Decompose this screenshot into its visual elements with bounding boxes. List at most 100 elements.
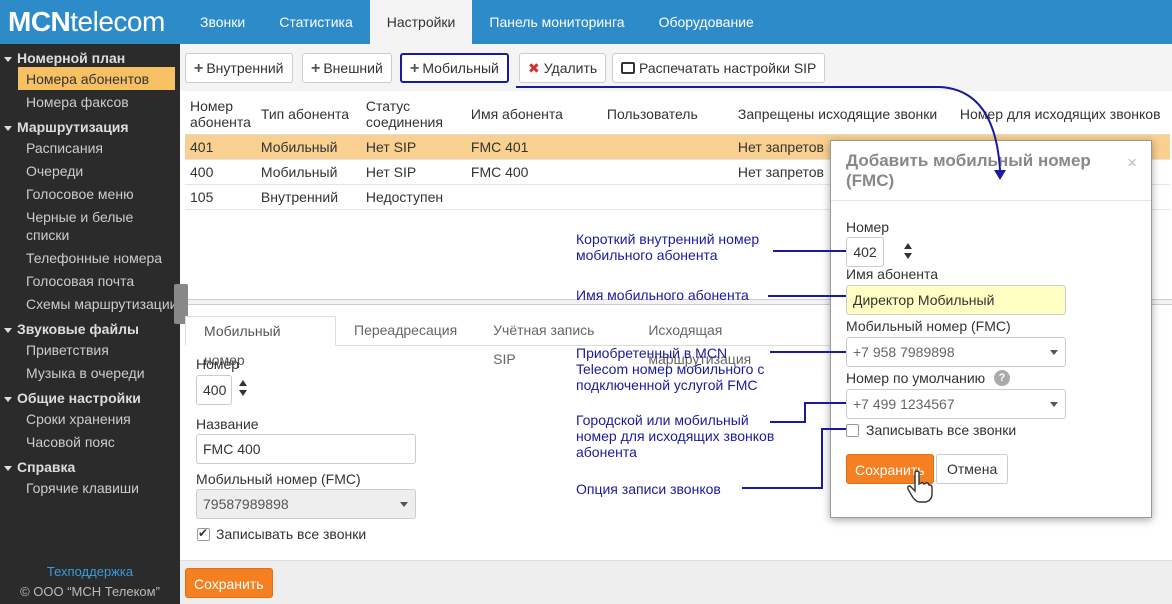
number-input[interactable]: 400 (196, 375, 232, 405)
cell-user (601, 134, 733, 160)
add-mobile-button[interactable]: + Мобильный (400, 53, 509, 83)
caret-down-icon (4, 327, 12, 333)
number-label: Номер (196, 356, 240, 372)
col-status[interactable]: Статус соединения (360, 94, 466, 135)
print-sip-button[interactable]: Распечатать настройки SIP (612, 53, 826, 83)
caret-down-icon (4, 465, 12, 471)
caret-down-icon (4, 56, 12, 62)
help-icon[interactable]: ? (994, 370, 1010, 386)
annotation-outgoing-number: Городской или мобильный номер для исходя… (576, 412, 775, 460)
col-user[interactable]: Пользователь (601, 94, 733, 135)
add-internal-button[interactable]: + Внутренний (185, 53, 293, 83)
sidebar-section-general[interactable]: Общие настройки (0, 384, 180, 407)
modal-default-select[interactable]: +7 499 1234567 (846, 389, 1066, 419)
modal-record-label: Записывать все звонки (866, 422, 1017, 438)
tab-mobile-number[interactable]: Мобильный номер (185, 316, 336, 368)
cell-name (465, 184, 602, 210)
sidebar-item-queue-music[interactable]: Музыка в очереди (0, 361, 180, 384)
sidebar-item-black-white-lists[interactable]: Черные и белые списки (0, 205, 180, 246)
annotation-short-number: Короткий внутренний номер мобильного або… (576, 231, 760, 263)
logo[interactable]: MCNtelecom (8, 6, 165, 38)
col-outgoing-number[interactable]: Номер для исходящих звонков (954, 94, 1170, 135)
sidebar-item-ivr[interactable]: Голосовое меню (0, 182, 180, 205)
cell-status: Недоступен (360, 184, 466, 210)
caret-down-icon (4, 125, 12, 131)
spinner-icon[interactable] (238, 380, 248, 398)
chevron-down-icon (1050, 402, 1058, 407)
sidebar-section-routing[interactable]: Маршрутизация (0, 113, 180, 136)
hand-cursor-icon (907, 470, 933, 503)
record-calls-checkbox[interactable] (197, 526, 210, 541)
chevron-down-icon (400, 502, 408, 507)
col-number[interactable]: Номер абонента (185, 94, 256, 135)
cell-type: Мобильный (255, 159, 361, 185)
modal-number-input[interactable]: 402 (846, 237, 884, 267)
toolbar: + Внутренний + Внешний + Мобильный ✖ Удалить… (180, 44, 1172, 91)
close-icon[interactable]: × (1127, 153, 1137, 173)
nav-tab-monitoring[interactable]: Панель мониторинга (472, 0, 641, 44)
sidebar: Номерной план Номера абонентов Номера фа… (0, 44, 180, 604)
plus-icon: + (311, 60, 321, 77)
tab-forwarding[interactable]: Переадресация (336, 316, 475, 345)
sidebar-item-timezone[interactable]: Часовой пояс (0, 430, 180, 453)
footer-bar: Сохранить (180, 560, 1172, 604)
col-restricted[interactable]: Запрещены исходящие звонки (732, 94, 955, 135)
modal-cancel-button[interactable]: Отмена (936, 454, 1009, 484)
caret-down-icon (4, 396, 12, 402)
sidebar-item-routing-schemes[interactable]: Схемы маршрутизации (0, 292, 180, 315)
modal-name-label: Имя абонента (846, 266, 939, 282)
spinner-icon[interactable] (903, 243, 913, 261)
col-name[interactable]: Имя абонента (465, 94, 602, 135)
cell-number: 401 (185, 134, 256, 160)
tab-outgoing-routing[interactable]: Исходящая маршрутизация (630, 316, 835, 367)
modal-mobile-label: Мобильный номер (FMC) (846, 318, 1011, 334)
sidebar-item-voicemail[interactable]: Голосовая почта (0, 269, 180, 292)
sidebar-section-help[interactable]: Справка (0, 453, 180, 476)
modal-title: Добавить мобильный номер (FMC) (846, 151, 1091, 190)
cell-status: Нет SIP (360, 134, 466, 160)
sidebar-item-schedules[interactable]: Расписания (0, 136, 180, 159)
modal-default-label: Номер по умолчанию (846, 370, 986, 386)
sidebar-section-numbering[interactable]: Номерной план (0, 44, 180, 67)
sidebar-item-greetings[interactable]: Приветствия (0, 338, 180, 361)
name-input[interactable]: FMC 400 (196, 434, 416, 464)
plus-icon: + (410, 60, 420, 77)
nav-tab-settings[interactable]: Настройки (369, 0, 473, 44)
modal-divider (831, 200, 1151, 201)
nav-tab-calls[interactable]: Звонки (183, 0, 262, 44)
cell-name: FMC 401 (465, 134, 602, 160)
tab-sip-account[interactable]: Учётная запись SIP (475, 316, 630, 367)
sidebar-item-phone-numbers[interactable]: Телефонные номера (0, 246, 180, 269)
support-link[interactable]: Техподдержка (0, 564, 180, 584)
plus-icon: + (194, 60, 204, 77)
add-external-button[interactable]: + Внешний (302, 53, 392, 83)
sidebar-item-fax-numbers[interactable]: Номера факсов (0, 90, 180, 113)
sidebar-section-sound-files[interactable]: Звуковые файлы (0, 315, 180, 338)
sidebar-item-queues[interactable]: Очереди (0, 159, 180, 182)
annotation-fmc-number: Приобретенный в MCN Telecom номер мобиль… (576, 345, 765, 393)
modal-mobile-select[interactable]: +7 958 7989898 (846, 337, 1066, 367)
col-type[interactable]: Тип абонента (255, 94, 361, 135)
nav-tab-statistics[interactable]: Статистика (262, 0, 370, 44)
add-mobile-modal: Добавить мобильный номер (FMC) × Номер 4… (830, 140, 1152, 518)
cell-user (601, 159, 733, 185)
copyright: © ООО “МСН Телеком” (20, 584, 160, 599)
cell-number: 105 (185, 184, 256, 210)
nav-tab-equipment[interactable]: Оборудование (642, 0, 771, 44)
table-header-row: Номер абонента Тип абонента Статус соеди… (185, 94, 1170, 135)
annotation-subscriber-name: Имя мобильного абонента (576, 287, 749, 303)
delete-button[interactable]: ✖ Удалить (519, 53, 607, 83)
sidebar-item-hotkeys[interactable]: Горячие клавиши (0, 476, 180, 499)
sidebar-item-retention[interactable]: Сроки хранения (0, 407, 180, 430)
save-button[interactable]: Сохранить (185, 568, 273, 598)
modal-name-input[interactable]: Директор Мобильный (846, 285, 1066, 315)
cell-number: 400 (185, 159, 256, 185)
cell-status: Нет SIP (360, 159, 466, 185)
mobile-number-select: 79587989898 (196, 489, 416, 519)
top-navbar: MCNtelecom Звонки Статистика Настройки П… (0, 0, 1172, 44)
sidebar-footer: Техподдержка © ООО “МСН Телеком” (0, 564, 180, 604)
cell-name: FMC 400 (465, 159, 602, 185)
cell-type: Мобильный (255, 134, 361, 160)
modal-record-checkbox[interactable] (846, 424, 859, 437)
sidebar-item-subscriber-numbers[interactable]: Номера абонентов (18, 67, 175, 90)
